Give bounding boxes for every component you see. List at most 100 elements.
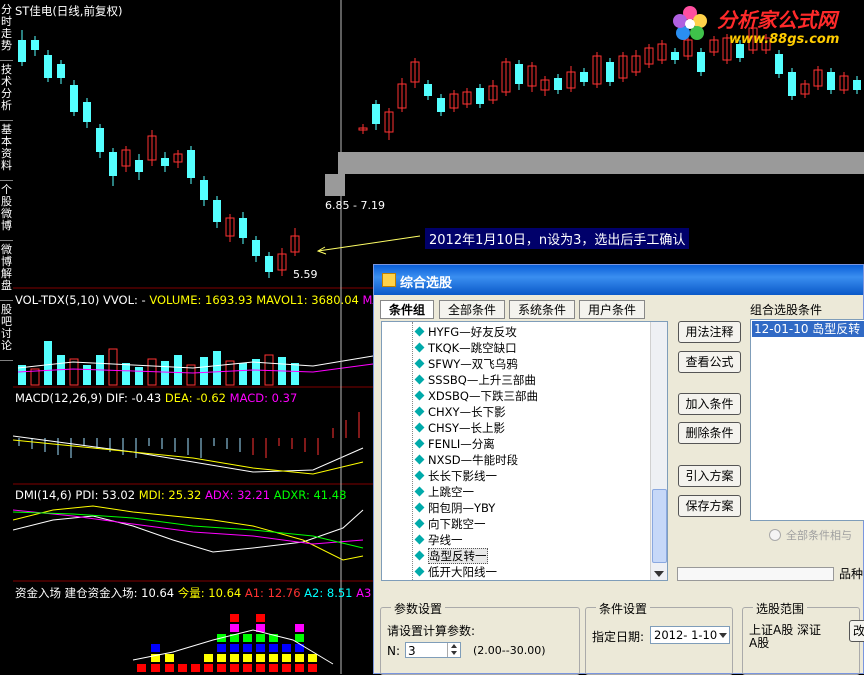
fund-bar-segment	[178, 664, 187, 672]
date-value: 2012- 1-10	[654, 628, 718, 642]
fund-bar-segment	[230, 664, 239, 672]
tree-item[interactable]: 孕线一	[414, 532, 463, 548]
fund-bar-segment	[243, 664, 252, 672]
fund-a2: A2: 8.51	[304, 586, 353, 600]
tree-item[interactable]: 向下跳空一	[414, 516, 486, 532]
scroll-down-icon[interactable]	[654, 571, 664, 577]
tree-item[interactable]: 上跳空一	[414, 484, 474, 500]
formula-icon	[414, 566, 425, 577]
dmi-mdi: MDI: 25.32	[138, 488, 202, 502]
nav-technical-analysis[interactable]: 技术分析	[0, 64, 13, 121]
condition-tree[interactable]: HYFG—好友反攻 TKQK—跳空缺口 SFWY—双飞乌鸦 SSSBQ—上升三部曲 XD…	[381, 321, 668, 581]
fund-bar-segment	[256, 654, 265, 662]
view-formula-button[interactable]: 查看公式	[678, 351, 741, 373]
fund-bar-segment	[295, 664, 304, 672]
tree-item-label: 阳包阴—YBY	[428, 501, 496, 515]
tree-scrollbar[interactable]	[650, 322, 667, 580]
formula-icon	[414, 550, 425, 561]
candle-body	[437, 98, 445, 112]
gap-zone	[325, 174, 345, 196]
combo-condition-item[interactable]: 12-01-10 岛型反转	[752, 321, 864, 337]
price-low-label: 5.59	[293, 268, 318, 281]
save-scheme-button[interactable]: 保存方案	[678, 495, 741, 517]
tree-item[interactable]: TKQK—跳空缺口	[414, 340, 517, 356]
all-and-label: 全部条件相与	[786, 529, 852, 542]
cond-group: 条件设置 指定日期: 2012- 1-10	[585, 600, 733, 675]
vol-mavol1: MAVOL1: 3680.04	[256, 293, 359, 307]
date-picker[interactable]: 2012- 1-10	[650, 626, 730, 644]
formula-icon	[414, 358, 425, 369]
fund-bar-segment	[204, 664, 213, 672]
tree-item[interactable]: 阳包阴—YBY	[414, 500, 496, 516]
fund-bar-segment	[269, 644, 278, 652]
tree-item[interactable]: CHSY—长上影	[414, 420, 505, 436]
fund-bar-segment	[295, 624, 304, 632]
candle-body	[697, 52, 705, 72]
fund-bar-segment	[191, 664, 200, 672]
formula-icon	[414, 342, 425, 353]
fund-bar-segment	[230, 624, 239, 632]
candle-body	[827, 72, 835, 90]
main-chart-title: ST佳电(日线,前复权)	[15, 4, 123, 18]
fund-bar-segment	[282, 654, 291, 662]
param-n-label: N:	[387, 644, 401, 658]
tree-item[interactable]: 长长下影线一	[414, 468, 497, 484]
param-n-spinner[interactable]	[447, 643, 461, 657]
add-condition-button[interactable]: 加入条件	[678, 393, 741, 415]
tree-item-label: FENLI—分离	[428, 437, 495, 451]
dialog-title: 综合选股	[400, 276, 453, 291]
candle-body	[580, 72, 588, 82]
spin-down-icon[interactable]	[451, 651, 457, 655]
volume-layer	[17, 341, 374, 386]
tree-item[interactable]: HYFG—好友反攻	[414, 324, 517, 340]
vol-volume: VOLUME: 1693.93	[149, 293, 253, 307]
dmi-name: DMI(14,6)	[15, 488, 72, 502]
vol-name: VOL-TDX(5,10)	[15, 293, 100, 307]
tree-item[interactable]: FENLI—分离	[414, 436, 495, 452]
tree-item-label: HYFG—好友反攻	[428, 325, 517, 339]
fund-bar-segment	[269, 654, 278, 662]
tree-item[interactable]: XDSBQ—下跌三部曲	[414, 388, 538, 404]
tree-item-label: TKQK—跳空缺口	[428, 341, 517, 355]
tab-all-conditions[interactable]: 全部条件	[439, 300, 505, 319]
tab-user-conditions[interactable]: 用户条件	[579, 300, 645, 319]
all-and-radio[interactable]	[769, 529, 781, 541]
formula-icon	[414, 502, 425, 513]
dmi-panel-title: DMI(14,6) PDI: 53.02 MDI: 25.32 ADX: 32.…	[15, 488, 346, 502]
tree-item-label: SSSBQ—上升三部曲	[428, 373, 536, 387]
fund-bar-segment	[308, 664, 317, 672]
tree-item[interactable]: SFWY—双飞乌鸦	[414, 356, 518, 372]
change-scope-button[interactable]: 改	[849, 620, 864, 642]
candle-body	[372, 104, 380, 124]
delete-condition-button[interactable]: 删除条件	[678, 422, 741, 444]
tab-condition-group[interactable]: 条件组	[380, 300, 434, 319]
fund-bar-segment	[151, 664, 160, 672]
volume-bar	[44, 341, 52, 385]
fund-bar-segment	[256, 634, 265, 642]
nav-weibo-commentary[interactable]: 微博解盘	[0, 244, 13, 301]
tree-item-label: 低开大阳线一	[428, 565, 497, 579]
candle-body	[200, 180, 208, 200]
chevron-down-icon[interactable]	[719, 633, 727, 638]
tree-item[interactable]: NXSD—牛能时段	[414, 452, 518, 468]
nav-fundamentals[interactable]: 基本资料	[0, 124, 13, 181]
nav-stock-forum[interactable]: 股吧讨论	[0, 304, 13, 361]
usage-notes-button[interactable]: 用法注释	[678, 321, 741, 343]
tree-item[interactable]: SSSBQ—上升三部曲	[414, 372, 536, 388]
annotation-text: 2012年1月10日，n设为3，选出后手工确认	[425, 228, 690, 249]
watermark-brand: 分析家公式网	[717, 8, 837, 32]
scrollbar-thumb[interactable]	[652, 489, 667, 563]
nav-intraday[interactable]: 分时走势	[0, 4, 13, 61]
dialog-titlebar[interactable]: 综合选股	[374, 265, 863, 295]
formula-icon	[414, 534, 425, 545]
spin-up-icon[interactable]	[451, 644, 457, 648]
tree-item[interactable]: CHXY—长下影	[414, 404, 506, 420]
tab-system-conditions[interactable]: 系统条件	[509, 300, 575, 319]
combo-conditions-list[interactable]: 12-01-10 岛型反转	[750, 319, 864, 521]
nav-stock-weibo[interactable]: 个股微博	[0, 184, 13, 241]
candle-body	[554, 78, 562, 90]
macd-layer	[13, 412, 364, 475]
tree-item[interactable]: 低开大阳线一	[414, 564, 497, 580]
tree-item[interactable]: 岛型反转一	[414, 548, 488, 564]
import-scheme-button[interactable]: 引入方案	[678, 465, 741, 487]
